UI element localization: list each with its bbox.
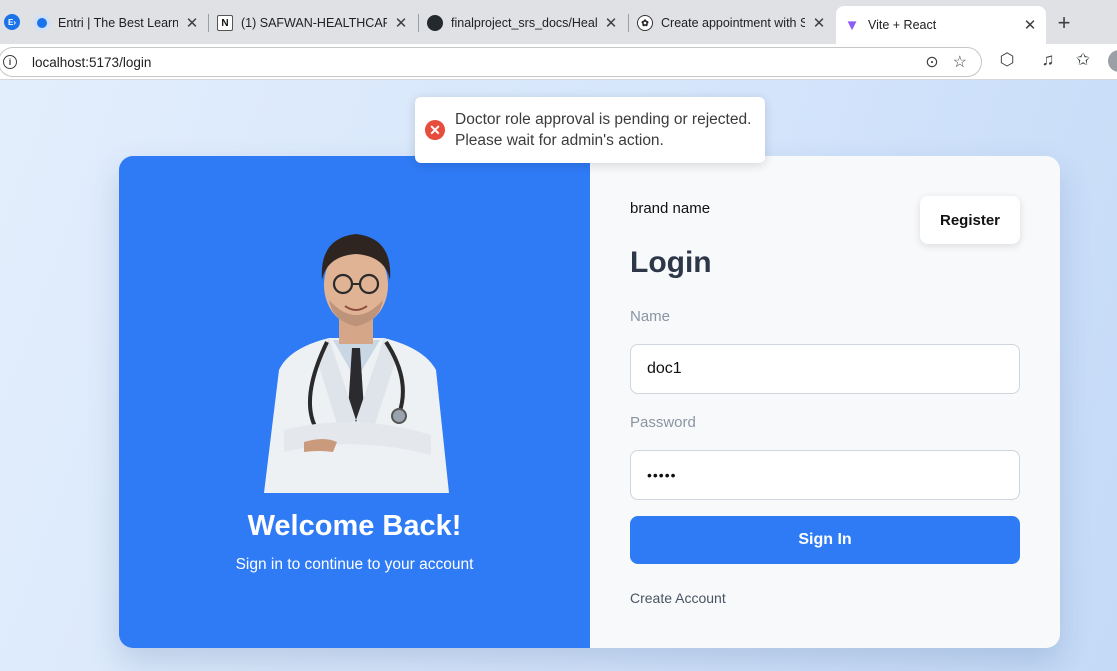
toast-message: Doctor role approval is pending or rejec…	[455, 111, 752, 149]
omnibox[interactable]: i localhost:5173/login ⊙ ☆	[0, 47, 982, 77]
info-icon[interactable]: i	[3, 55, 17, 69]
welcome-subtitle: Sign in to continue to your account	[235, 556, 474, 573]
password-input[interactable]: •••••	[630, 450, 1020, 500]
url-text[interactable]: localhost:5173/login	[32, 55, 925, 70]
name-input[interactable]: doc1	[630, 344, 1020, 394]
tab-title: finalproject_srs_docs/Health	[451, 16, 597, 30]
close-icon[interactable]: ✕	[811, 14, 827, 32]
github-icon	[427, 15, 443, 31]
tab-title: (1) SAFWAN-HEALTHCARE	[241, 16, 387, 30]
address-bar: i localhost:5173/login ⊙ ☆	[0, 44, 1117, 80]
close-icon[interactable]: ✕	[1022, 16, 1038, 34]
entri-icon	[34, 15, 50, 31]
login-heading: Login	[630, 246, 712, 279]
login-card: Welcome Back! Sign in to continue to you…	[119, 156, 1060, 648]
vite-icon: ▼	[844, 16, 860, 34]
extensions-icon[interactable]: ⬡	[996, 50, 1018, 70]
new-tab-icon[interactable]: +	[1053, 10, 1075, 36]
openai-icon: ✿	[637, 15, 653, 31]
welcome-panel: Welcome Back! Sign in to continue to you…	[119, 156, 590, 648]
sign-in-button[interactable]: Sign In	[630, 516, 1020, 564]
close-icon[interactable]: ✕	[393, 14, 409, 32]
close-icon[interactable]: ✕	[184, 14, 200, 32]
login-page: Welcome Back! Sign in to continue to you…	[0, 80, 1117, 671]
more-icon[interactable]: ⊙	[925, 52, 938, 72]
favorites-icon[interactable]: ✩	[1072, 50, 1094, 70]
star-icon[interactable]: ☆	[953, 52, 967, 72]
tab-title: Create appointment with St	[661, 16, 805, 30]
doctor-illustration	[264, 234, 449, 493]
register-button[interactable]: Register	[920, 196, 1020, 244]
error-icon: ✕	[425, 120, 445, 140]
browser-tab-strip: E› Entri | The Best Learning ✕ N (1) SAF…	[0, 0, 1117, 44]
notion-icon: N	[217, 15, 233, 31]
tab-title: Vite + React	[868, 18, 937, 32]
name-label: Name	[630, 308, 671, 325]
tab-github[interactable]: finalproject_srs_docs/Health ✕	[419, 8, 627, 38]
browser-menu-icon[interactable]: E›	[4, 14, 20, 30]
tab-vite-react[interactable]: ▼ Vite + React ✕	[836, 6, 1046, 44]
tab-entri[interactable]: Entri | The Best Learning ✕	[26, 8, 208, 38]
close-icon[interactable]: ✕	[603, 14, 619, 32]
brand-name: brand name	[630, 200, 711, 217]
tab-notion[interactable]: N (1) SAFWAN-HEALTHCARE ✕	[209, 8, 417, 38]
tab-openai[interactable]: ✿ Create appointment with St ✕	[629, 8, 835, 38]
password-label: Password	[630, 414, 696, 431]
media-icon[interactable]: ♫	[1037, 50, 1059, 70]
welcome-title: Welcome Back!	[247, 510, 462, 542]
create-account-link[interactable]: Create Account	[630, 590, 726, 606]
error-toast: ✕ Doctor role approval is pending or rej…	[415, 97, 765, 163]
tab-title: Entri | The Best Learning	[58, 16, 178, 30]
login-form-panel: brand name Register Login Name doc1 Pass…	[590, 156, 1060, 648]
